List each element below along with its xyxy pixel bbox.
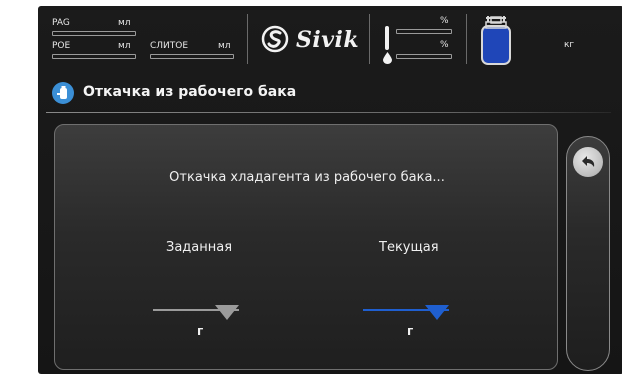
poe-label: POE	[52, 41, 71, 51]
drained-label: СЛИТОЕ	[150, 41, 189, 51]
header-divider	[466, 14, 467, 64]
target-unit: г	[197, 324, 204, 338]
recovery-panel: Откачка хладагента из рабочего бака... З…	[54, 124, 558, 370]
poe-unit: мл	[118, 41, 131, 51]
humidity-bar	[396, 54, 452, 59]
temperature-unit: %	[440, 16, 449, 26]
header-divider	[247, 14, 248, 64]
title-underline	[46, 112, 611, 113]
refrigerant-tank-icon	[481, 16, 511, 65]
tank-weight-unit: кг	[564, 40, 575, 50]
back-button[interactable]	[573, 147, 603, 177]
status-message: Откачка хладагента из рабочего бака...	[169, 170, 445, 185]
sivik-logo-icon	[261, 25, 289, 53]
water-drop-icon	[383, 52, 392, 64]
header-divider	[369, 14, 370, 64]
refrigerant-recovery-icon	[52, 82, 74, 104]
target-amount-field[interactable]: г	[153, 302, 249, 346]
poe-level-bar	[52, 54, 136, 59]
back-arrow-icon	[582, 156, 595, 167]
target-label: Заданная	[166, 240, 233, 255]
target-dropdown-icon	[215, 305, 239, 320]
device-screen: PAG мл POE мл СЛИТОЕ мл Sivik % % кг Отк…	[38, 6, 622, 374]
drained-level-bar	[150, 54, 234, 59]
page-title: Откачка из рабочего бака	[83, 84, 297, 100]
pag-level-bar	[52, 31, 136, 36]
brand-logo: Sivik	[260, 24, 372, 54]
drained-unit: мл	[218, 41, 231, 51]
temperature-bar	[396, 29, 452, 34]
brand-name: Sivik	[296, 27, 360, 53]
status-header: PAG мл POE мл СЛИТОЕ мл Sivik % % кг	[38, 6, 622, 72]
current-unit: г	[407, 324, 414, 338]
humidity-unit: %	[440, 40, 449, 50]
side-control-rail	[566, 136, 610, 371]
current-indicator-icon	[425, 305, 449, 320]
current-amount-field: г	[363, 302, 459, 346]
pag-unit: мл	[118, 18, 131, 28]
current-label: Текущая	[379, 240, 439, 255]
pag-label: PAG	[52, 18, 70, 28]
